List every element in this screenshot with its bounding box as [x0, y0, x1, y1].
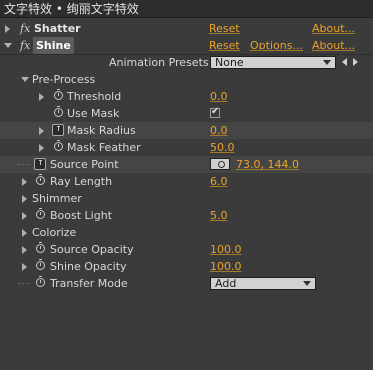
param-use-mask: Use Mask ✔ — [0, 105, 373, 122]
transfer-mode-dropdown[interactable]: Add — [210, 277, 316, 290]
param-label: Boost Light — [50, 209, 112, 222]
previous-preset-icon[interactable] — [342, 58, 347, 66]
group-colorize[interactable]: Colorize — [0, 224, 373, 241]
param-label: Ray Length — [50, 175, 113, 188]
about-link-shine[interactable]: About... — [312, 37, 355, 54]
stopwatch-icon[interactable] — [36, 242, 45, 253]
next-preset-icon[interactable] — [353, 58, 358, 66]
effect-header-shatter[interactable]: fx Shatter Reset About... — [0, 20, 373, 37]
param-label: Shine Opacity — [50, 260, 127, 273]
panel-title: 文字特效 • 绚丽文字特效 — [0, 0, 373, 18]
group-shimmer[interactable]: Shimmer — [0, 190, 373, 207]
param-label: Threshold — [67, 90, 122, 103]
animation-presets-value: None — [215, 56, 244, 69]
param-value[interactable]: 100.0 — [210, 241, 242, 258]
group-label-shimmer: Shimmer — [32, 192, 82, 205]
reset-link-shine[interactable]: Reset — [209, 37, 240, 54]
param-source-opacity: Source Opacity 100.0 — [0, 241, 373, 258]
param-label: Use Mask — [67, 107, 120, 120]
expand-triangle-icon[interactable] — [5, 25, 10, 33]
fx-icon[interactable]: fx — [20, 20, 30, 37]
group-label-preprocess: Pre-Process — [32, 73, 96, 86]
effect-name-shatter: Shatter — [34, 22, 81, 35]
param-value[interactable]: 5.0 — [210, 207, 228, 224]
param-boost-light: Boost Light 5.0 — [0, 207, 373, 224]
expand-triangle-icon[interactable] — [39, 144, 44, 152]
effect-header-shine[interactable]: fx Shine Reset Options... About... — [0, 37, 373, 54]
param-value[interactable]: 0.0 — [210, 122, 228, 139]
stopwatch-icon[interactable] — [36, 174, 45, 185]
param-value[interactable]: 50.0 — [210, 139, 235, 156]
reset-link-shatter[interactable]: Reset — [209, 20, 240, 37]
param-value[interactable]: 6.0 — [210, 173, 228, 190]
stopwatch-icon[interactable] — [36, 259, 45, 270]
expand-triangle-icon[interactable] — [22, 212, 27, 220]
collapse-triangle-icon[interactable] — [21, 77, 29, 82]
effect-name-shine: Shine — [33, 37, 74, 54]
expand-triangle-icon[interactable] — [22, 263, 27, 271]
param-threshold: Threshold 0.0 — [0, 88, 373, 105]
tree-connector — [18, 164, 30, 165]
animation-presets-label: Animation Presets: — [109, 56, 213, 69]
checkmark-icon: ✔ — [211, 106, 220, 117]
stopwatch-icon[interactable] — [36, 276, 45, 287]
expand-triangle-icon[interactable] — [22, 178, 27, 186]
param-label: Transfer Mode — [50, 277, 128, 290]
stopwatch-icon[interactable] — [34, 158, 46, 170]
collapse-triangle-icon[interactable] — [4, 43, 12, 48]
param-source-point: Source Point 73.0, 144.0 — [0, 156, 373, 173]
chevron-down-icon — [323, 60, 331, 65]
expand-triangle-icon[interactable] — [39, 127, 44, 135]
group-label-colorize: Colorize — [32, 226, 77, 239]
param-mask-feather: Mask Feather 50.0 — [0, 139, 373, 156]
param-shine-opacity: Shine Opacity 100.0 — [0, 258, 373, 275]
expand-triangle-icon[interactable] — [22, 229, 27, 237]
stopwatch-icon[interactable] — [36, 208, 45, 219]
expand-triangle-icon[interactable] — [39, 93, 44, 101]
param-label: Source Point — [50, 158, 119, 171]
param-label: Mask Feather — [67, 141, 141, 154]
param-value[interactable]: 0.0 — [210, 88, 228, 105]
animation-presets-row: Animation Presets: None — [0, 54, 373, 71]
tree-connector — [18, 283, 30, 284]
param-ray-length: Ray Length 6.0 — [0, 173, 373, 190]
param-value[interactable]: 100.0 — [210, 258, 242, 275]
animation-presets-dropdown[interactable]: None — [210, 56, 336, 69]
stopwatch-icon[interactable] — [54, 89, 63, 100]
crosshair-icon[interactable] — [210, 158, 230, 170]
expand-triangle-icon[interactable] — [22, 195, 27, 203]
use-mask-checkbox[interactable]: ✔ — [210, 106, 220, 118]
param-label: Mask Radius — [67, 124, 136, 137]
param-mask-radius: Mask Radius 0.0 — [0, 122, 373, 139]
options-link-shine[interactable]: Options... — [250, 37, 303, 54]
param-label: Source Opacity — [50, 243, 134, 256]
expand-triangle-icon[interactable] — [22, 246, 27, 254]
stopwatch-icon[interactable] — [54, 106, 63, 117]
group-preprocess[interactable]: Pre-Process — [0, 71, 373, 88]
fx-icon[interactable]: fx — [20, 37, 30, 54]
param-value[interactable]: 73.0, 144.0 — [236, 156, 299, 173]
param-transfer-mode: Transfer Mode Add — [0, 275, 373, 292]
about-link-shatter[interactable]: About... — [312, 20, 355, 37]
chevron-down-icon — [303, 281, 311, 286]
transfer-mode-value: Add — [215, 277, 237, 290]
stopwatch-icon[interactable] — [52, 124, 64, 136]
stopwatch-icon[interactable] — [54, 140, 63, 151]
